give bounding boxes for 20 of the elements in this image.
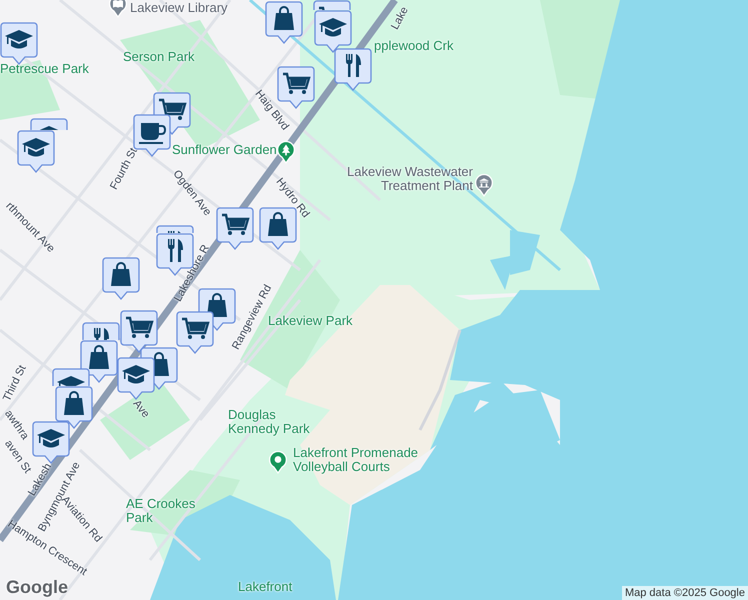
street-label: Lake [389,4,411,32]
park-label: Lakefront Promenade Volleyball Courts [293,446,420,475]
park-label: AE Crookes Park [126,497,196,526]
tree-pin-icon[interactable] [276,140,296,164]
place-label: Lakeview Library [130,1,228,16]
book-pin-icon[interactable] [108,0,128,18]
park-label: pplewood Crk [374,39,454,54]
map-attribution: Map data ©2025 Google [622,586,748,600]
park-label: Petrescue Park [0,62,89,76]
park-label: Lakeview Park [268,314,353,328]
google-logo: Google [6,577,68,598]
street-label: Ave [130,398,152,420]
park-label: Serson Park [123,50,195,64]
park-label: Sunflower Garden [172,143,277,158]
place-pin-icon[interactable] [268,450,288,474]
building-pin-icon[interactable] [474,173,494,197]
park-label: Lakefront [238,580,292,594]
place-label: Lakeview Wastewater Treatment Plant [346,165,473,194]
street-label: Third St [1,363,29,404]
park-label: Douglas Kennedy Park [228,408,311,437]
